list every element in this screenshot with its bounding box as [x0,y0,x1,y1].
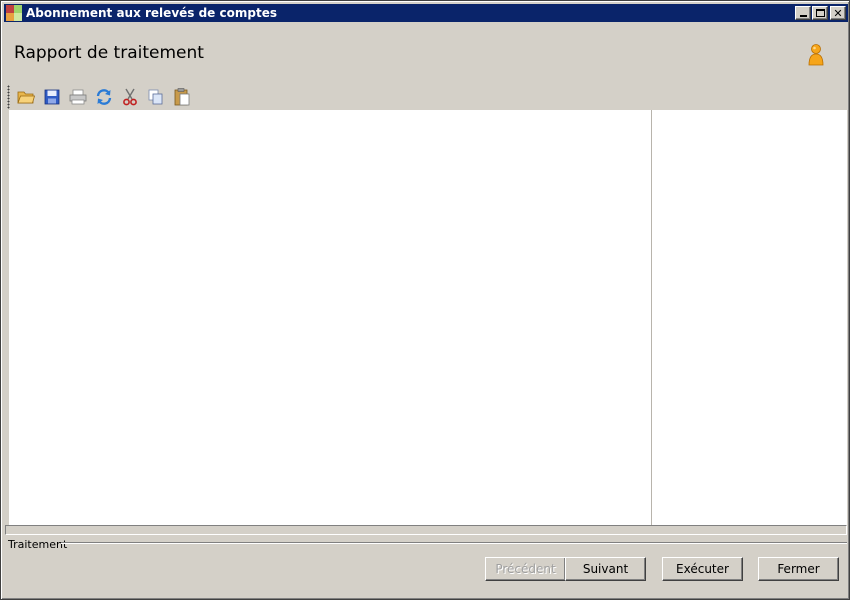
group-divider [61,542,847,544]
close-button[interactable]: Fermer [758,557,839,581]
group-label: Traitement [8,538,68,551]
paste-icon[interactable] [172,87,192,107]
cut-icon[interactable] [120,87,140,107]
refresh-icon[interactable] [94,87,114,107]
open-folder-icon[interactable] [16,87,36,107]
toolbar-grip[interactable] [7,85,10,109]
save-icon[interactable] [42,87,62,107]
app-window: Abonnement aux relevés de comptes ✕ Rapp… [0,0,850,600]
page-title: Rapport de traitement [14,43,204,63]
window-controls: ✕ [794,6,846,20]
report-pane[interactable] [9,110,651,525]
minimize-icon[interactable] [795,6,811,20]
app-icon [6,5,22,21]
execute-button[interactable]: Exécuter [662,557,743,581]
horizontal-scrollbar[interactable] [5,525,847,535]
details-pane[interactable] [652,110,847,525]
next-button[interactable]: Suivant [565,557,646,581]
copy-icon[interactable] [146,87,166,107]
toolbar [7,85,207,109]
user-icon [808,44,824,66]
close-icon[interactable]: ✕ [830,6,846,20]
print-icon[interactable] [68,87,88,107]
window-title: Abonnement aux relevés de comptes [26,6,277,20]
maximize-icon[interactable] [812,6,828,20]
title-bar[interactable]: Abonnement aux relevés de comptes ✕ [4,4,848,22]
previous-button[interactable]: Précédent [485,557,566,581]
